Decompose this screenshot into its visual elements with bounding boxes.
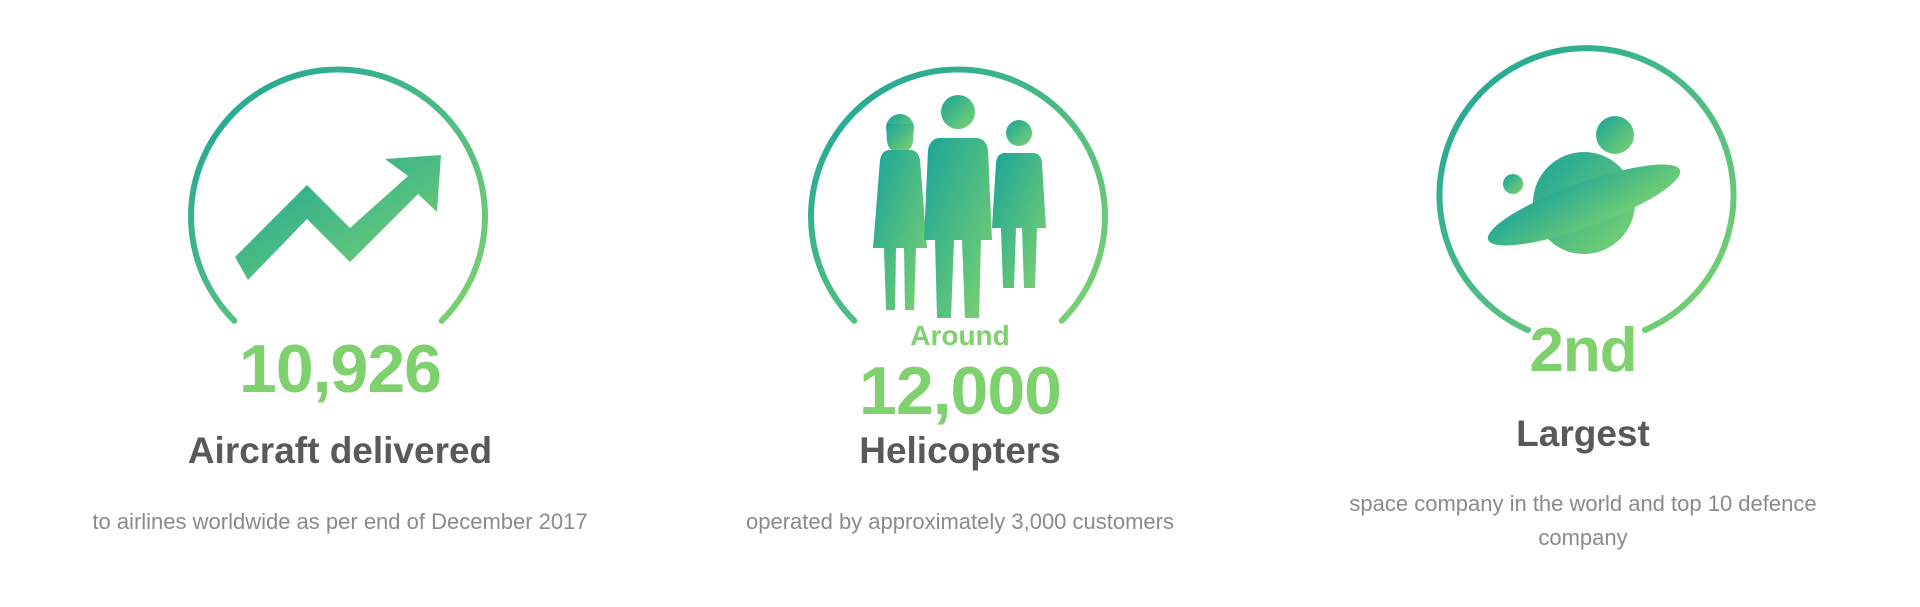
stat-description: to airlines worldwide as per end of Dece…	[92, 509, 588, 534]
trending-up-arrow-icon	[235, 155, 441, 280]
stat-description: operated by approximately 3,000 customer…	[745, 509, 1174, 534]
stat-prefix: Around	[910, 320, 1010, 351]
stat-value: 2nd	[1529, 316, 1637, 385]
stat-space: 2nd Largest space company in the world a…	[1303, 0, 1863, 607]
stat-value: 12,000	[859, 353, 1062, 429]
stat-title: Largest	[1516, 413, 1650, 454]
people-group-icon	[873, 95, 1046, 318]
stat-description: space company in the world and top 10 de…	[1349, 491, 1817, 550]
stat-title: Helicopters	[859, 430, 1061, 471]
stat-title: Aircraft delivered	[187, 430, 493, 471]
progress-ring-arc	[188, 66, 488, 324]
stat-helicopters: Around 12,000 Helicopters operated by ap…	[680, 0, 1240, 607]
stat-value: 10,926	[239, 331, 442, 407]
planet-icon	[1487, 116, 1681, 254]
stat-aircraft: 10,926 Aircraft delivered to airlines wo…	[60, 0, 620, 607]
